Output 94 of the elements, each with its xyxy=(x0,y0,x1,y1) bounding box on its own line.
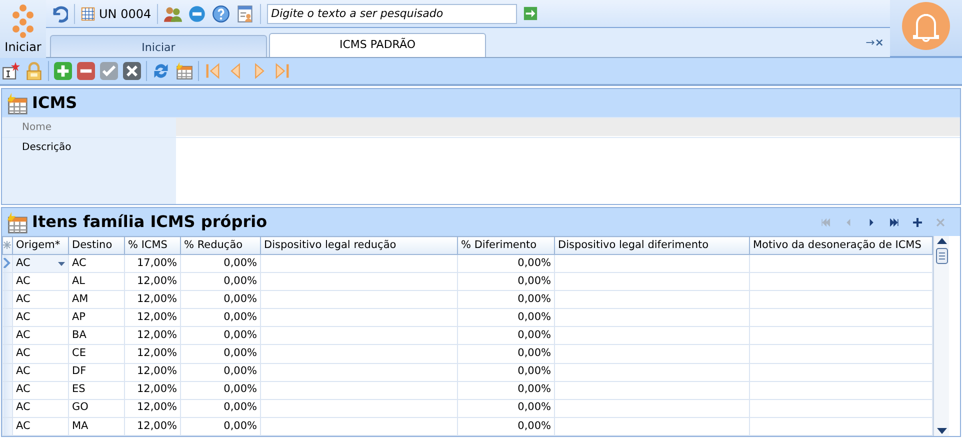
table-cell: AC xyxy=(12,417,68,436)
table-cell: AC xyxy=(12,272,68,291)
table-cell: 12,00% xyxy=(124,363,180,382)
table-cell: 0,00% xyxy=(180,363,260,382)
field-label: Descrição xyxy=(2,138,176,204)
table-cell: AC xyxy=(68,254,124,273)
help-icon[interactable] xyxy=(212,4,230,22)
table-cell: 0,00% xyxy=(458,272,554,291)
close-button[interactable]: × xyxy=(874,37,884,48)
column-header[interactable]: Dispositivo legal redução xyxy=(260,236,458,255)
table-cell: AC xyxy=(12,308,68,327)
table-cell: CE xyxy=(68,344,124,364)
pin-button[interactable]: → xyxy=(866,37,875,48)
table-cell: 0,00% xyxy=(458,290,554,309)
add-record-icon[interactable] xyxy=(912,216,923,228)
table-cell: MA xyxy=(68,417,124,436)
table-cell: 17,00% xyxy=(124,254,180,273)
table-cell: 0,00% xyxy=(180,290,260,309)
table-cell: 0,00% xyxy=(180,308,260,327)
undo-icon[interactable] xyxy=(50,4,68,22)
lock-icon[interactable] xyxy=(25,62,43,80)
profile-icon[interactable] xyxy=(236,4,254,22)
last-record-icon[interactable] xyxy=(889,216,900,228)
column-header[interactable]: % Diferimento xyxy=(458,236,554,255)
table-cell: 0,00% xyxy=(458,363,554,382)
table-cell: 0,00% xyxy=(458,381,554,400)
table-cell: 12,00% xyxy=(124,290,180,309)
minus-circle-icon[interactable] xyxy=(188,4,206,22)
add-icon[interactable] xyxy=(54,62,72,80)
column-header[interactable]: % Redução xyxy=(180,236,260,255)
users-icon[interactable] xyxy=(164,4,182,22)
column-header[interactable]: Motivo da desoneração de ICMS xyxy=(750,236,932,255)
go-icon[interactable] xyxy=(523,6,538,21)
table-cell: AC xyxy=(12,344,68,364)
table-cell: 0,00% xyxy=(180,272,260,291)
field-label: Nome xyxy=(2,118,176,137)
column-header[interactable]: Dispositivo legal diferimento xyxy=(554,236,750,255)
table-cell: AP xyxy=(68,308,124,327)
table-cell: BA xyxy=(68,326,124,345)
table-cell: 12,00% xyxy=(124,272,180,291)
table-cell: 0,00% xyxy=(458,399,554,418)
column-header[interactable]: Destino xyxy=(68,236,124,255)
scroll-thumb[interactable] xyxy=(936,248,948,264)
panel-title: Itens família ICMS próprio xyxy=(32,211,268,233)
table-cell: 0,00% xyxy=(458,417,554,436)
column-header[interactable]: Origem* xyxy=(12,236,68,255)
table-cell: AC xyxy=(12,363,68,382)
table-cell: 12,00% xyxy=(124,399,180,418)
table-cell: 0,00% xyxy=(180,326,260,345)
cancel-icon[interactable] xyxy=(123,62,141,80)
table-cell: 12,00% xyxy=(124,326,180,345)
table-cell: 0,00% xyxy=(458,344,554,364)
table-cell: AC xyxy=(12,290,68,309)
scroll-up-icon[interactable] xyxy=(936,238,946,244)
start-button[interactable]: Iniciar xyxy=(0,0,46,58)
asterisk-icon xyxy=(4,240,11,249)
table-cell: 12,00% xyxy=(124,381,180,400)
search-field[interactable]: Digite o texto a ser pesquisado xyxy=(267,4,518,24)
scrollbar[interactable] xyxy=(933,236,949,436)
table-cell: 0,00% xyxy=(180,417,260,436)
table-cell: ES xyxy=(68,381,124,400)
table-cell: 0,00% xyxy=(180,381,260,400)
panel-title: ICMS xyxy=(32,92,78,114)
table-cell: 12,00% xyxy=(124,308,180,327)
table-cell: 0,00% xyxy=(180,254,260,273)
table-cell: GO xyxy=(68,399,124,418)
table-cell: 0,00% xyxy=(458,308,554,327)
table-cell: AC xyxy=(12,381,68,400)
table-icon[interactable] xyxy=(175,62,193,80)
table-icon xyxy=(6,92,28,115)
table-cell: 0,00% xyxy=(180,344,260,364)
tab[interactable]: Iniciar xyxy=(50,35,267,57)
table-cell: DF xyxy=(68,363,124,382)
new-record-icon[interactable] xyxy=(2,62,20,80)
table-cell: 0,00% xyxy=(458,326,554,345)
tab[interactable]: ICMS PADRÃO xyxy=(269,33,486,57)
table-cell: 12,00% xyxy=(124,417,180,436)
remove-icon[interactable] xyxy=(77,62,95,80)
table-cell: 12,00% xyxy=(124,344,180,364)
unit-button[interactable]: UN 0004 xyxy=(81,6,152,20)
refresh-icon[interactable] xyxy=(152,62,170,80)
check-icon[interactable] xyxy=(100,62,118,80)
column-header[interactable]: % ICMS xyxy=(124,236,180,255)
table-cell: AC xyxy=(12,326,68,345)
table-icon xyxy=(6,212,28,234)
origin-dropdown[interactable]: AC xyxy=(12,254,68,273)
table-cell: 0,00% xyxy=(180,399,260,418)
table-cell: AC xyxy=(12,399,68,418)
table-cell: 0,00% xyxy=(458,254,554,273)
bell-icon[interactable] xyxy=(900,0,952,52)
caret-icon[interactable] xyxy=(58,262,65,266)
table-cell: AL xyxy=(68,272,124,291)
table-cell: AM xyxy=(68,290,124,309)
scroll-down-icon[interactable] xyxy=(936,428,946,434)
